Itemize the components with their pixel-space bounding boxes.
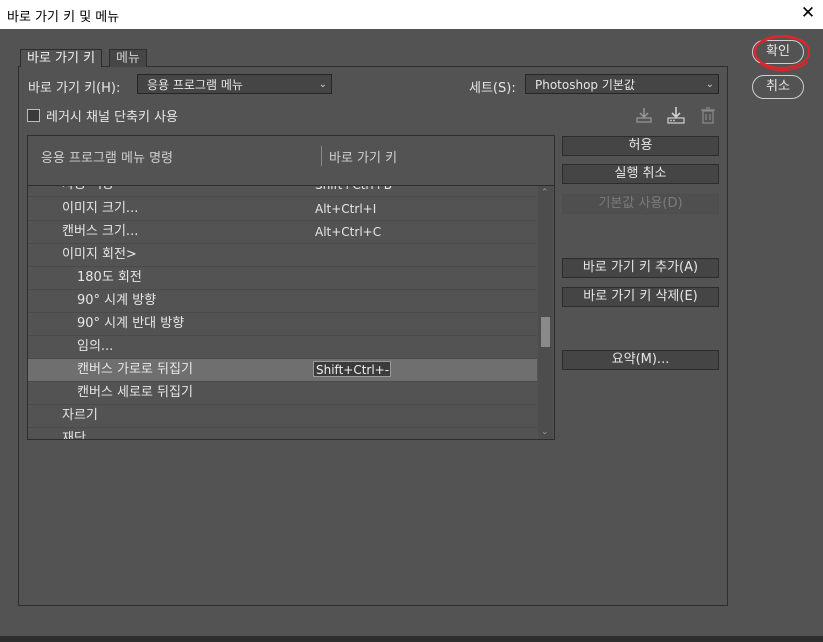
table-row[interactable]: 재단 [28, 428, 537, 439]
table-header: 응용 프로그램 메뉴 명령 바로 가기 키 [28, 136, 554, 186]
tab-menus[interactable]: 메뉴 [109, 49, 147, 67]
table-row[interactable]: 자동 색상 Shift+Ctrl+B [28, 186, 537, 197]
ok-button[interactable]: 확인 [752, 40, 804, 64]
table-row[interactable]: 임의... [28, 336, 537, 359]
table-rows: 자동 색상 Shift+Ctrl+B 이미지 크기... Alt+Ctrl+I … [28, 186, 537, 439]
table-row[interactable]: 이미지 크기... Alt+Ctrl+I [28, 198, 537, 221]
shortcut-edit-field[interactable]: Shift+Ctrl+- [313, 361, 391, 377]
table-row[interactable]: 이미지 회전> [28, 244, 537, 267]
legacy-channel-label: 레거시 채널 단축키 사용 [46, 110, 178, 125]
save-as-set-icon[interactable] [666, 105, 686, 125]
chevron-up-icon[interactable]: ⌃ [541, 188, 549, 198]
cancel-button[interactable]: 취소 [752, 75, 804, 99]
window-title: 바로 가기 키 및 메뉴 [7, 10, 120, 25]
accept-button[interactable]: 허용 [562, 136, 719, 156]
table-row[interactable]: 자르기 [28, 405, 537, 428]
shortcut-for-select[interactable]: 응용 프로그램 메뉴 ⌄ [137, 74, 332, 94]
table-row[interactable]: 캔버스 세로로 뒤집기 [28, 382, 537, 405]
shortcut-table: 응용 프로그램 메뉴 명령 바로 가기 키 자동 색상 Shift+Ctrl+B… [27, 135, 555, 440]
bottom-edge [0, 636, 823, 642]
column-header-shortcut: 바로 가기 키 [329, 151, 398, 166]
column-header-command: 응용 프로그램 메뉴 명령 [41, 151, 173, 166]
table-row[interactable]: 캔버스 크기... Alt+Ctrl+C [28, 221, 537, 244]
close-icon[interactable]: ✕ [798, 3, 818, 23]
table-row[interactable]: 90° 시계 방향 [28, 290, 537, 313]
shortcut-for-value: 응용 프로그램 메뉴 [147, 78, 243, 92]
table-row-selected[interactable]: 캔버스 가로로 뒤집기 Shift+Ctrl+- [28, 359, 537, 382]
shortcut-for-label: 바로 가기 키(H): [28, 81, 121, 96]
undo-button[interactable]: 실행 취소 [562, 164, 719, 184]
use-default-button[interactable]: 기본값 사용(D) [562, 194, 719, 214]
title-bar: 바로 가기 키 및 메뉴 ✕ [0, 0, 823, 29]
delete-shortcut-button[interactable]: 바로 가기 키 삭제(E) [562, 287, 719, 307]
tab-shortcuts[interactable]: 바로 가기 키 [20, 49, 103, 67]
vertical-scrollbar[interactable]: ⌃ ⌄ [538, 186, 553, 439]
set-value: Photoshop 기본값 [535, 78, 635, 92]
summary-button[interactable]: 요약(M)... [562, 350, 719, 370]
set-label: 세트(S): [469, 81, 516, 96]
scrollbar-thumb[interactable] [541, 317, 550, 347]
set-select[interactable]: Photoshop 기본값 ⌄ [525, 74, 719, 94]
save-set-icon[interactable] [634, 105, 654, 125]
add-shortcut-button[interactable]: 바로 가기 키 추가(A) [562, 258, 719, 278]
legacy-channel-checkbox[interactable] [27, 109, 40, 122]
table-row[interactable]: 180도 회전 [28, 267, 537, 290]
chevron-down-icon: ⌄ [705, 79, 714, 90]
chevron-down-icon[interactable]: ⌄ [541, 427, 549, 437]
chevron-down-icon: ⌄ [318, 79, 327, 90]
column-divider [321, 146, 322, 166]
table-row[interactable]: 90° 시계 반대 방향 [28, 313, 537, 336]
delete-set-icon[interactable] [698, 105, 718, 125]
